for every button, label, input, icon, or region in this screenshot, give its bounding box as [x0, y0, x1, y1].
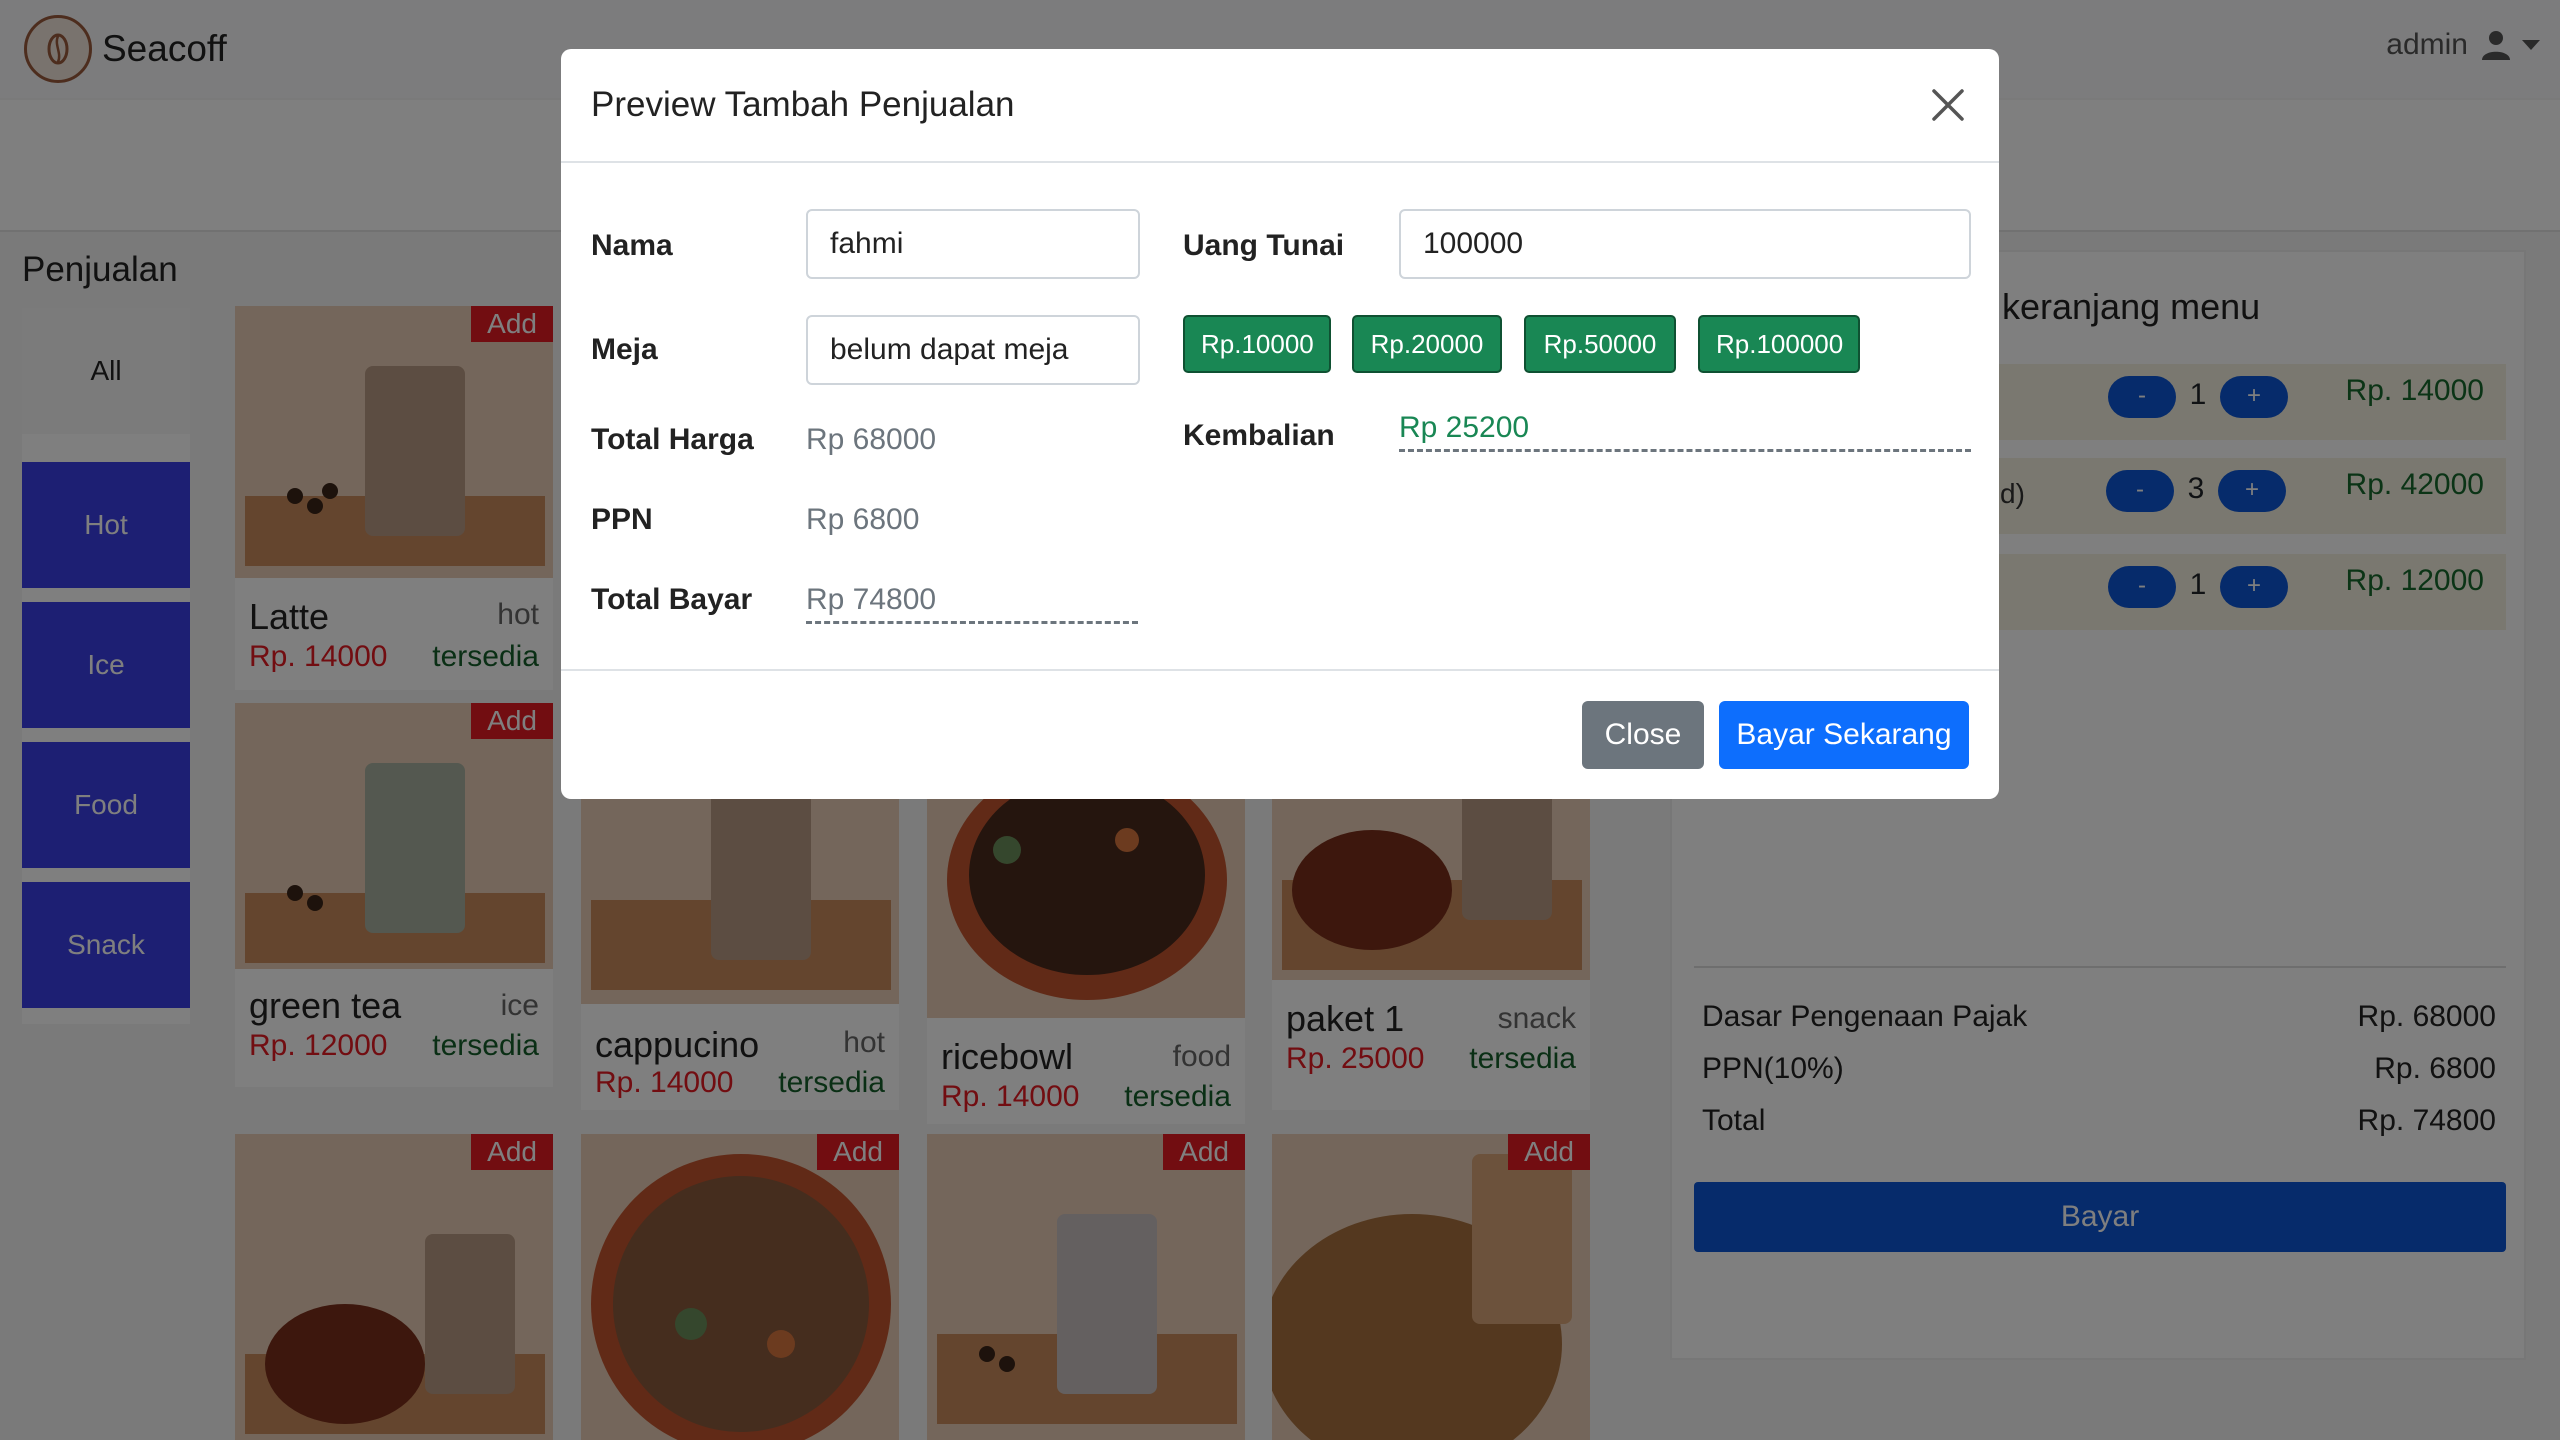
modal-title: Preview Tambah Penjualan: [591, 85, 1015, 124]
close-button[interactable]: Close: [1582, 701, 1704, 769]
quick-amount-10000-button[interactable]: Rp.10000: [1183, 315, 1331, 373]
pay-now-button[interactable]: Bayar Sekarang: [1719, 701, 1969, 769]
kembalian-value: Rp 25200: [1399, 411, 1971, 452]
quick-amount-100000-button[interactable]: Rp.100000: [1698, 315, 1860, 373]
meja-label: Meja: [591, 333, 658, 366]
total-bayar-label: Total Bayar: [591, 583, 753, 616]
nama-input[interactable]: [806, 209, 1140, 279]
nama-label: Nama: [591, 229, 673, 262]
modal-footer: Close Bayar Sekarang: [561, 669, 1999, 799]
meja-input[interactable]: [806, 315, 1140, 385]
modal-header: Preview Tambah Penjualan: [561, 49, 1999, 163]
close-icon[interactable]: [1923, 81, 1973, 131]
total-harga-label: Total Harga: [591, 423, 754, 456]
ppn-label: PPN: [591, 503, 653, 536]
kembalian-label: Kembalian: [1183, 419, 1335, 452]
quick-amount-20000-button[interactable]: Rp.20000: [1352, 315, 1502, 373]
ppn-value: Rp 6800: [806, 503, 920, 536]
payment-preview-modal: Preview Tambah Penjualan Nama Meja Total…: [561, 49, 1999, 799]
uang-tunai-label: Uang Tunai: [1183, 229, 1345, 262]
quick-amount-50000-button[interactable]: Rp.50000: [1524, 315, 1676, 373]
total-harga-value: Rp 68000: [806, 423, 937, 456]
total-bayar-value: Rp 74800: [806, 583, 1138, 624]
uang-tunai-input[interactable]: [1399, 209, 1971, 279]
